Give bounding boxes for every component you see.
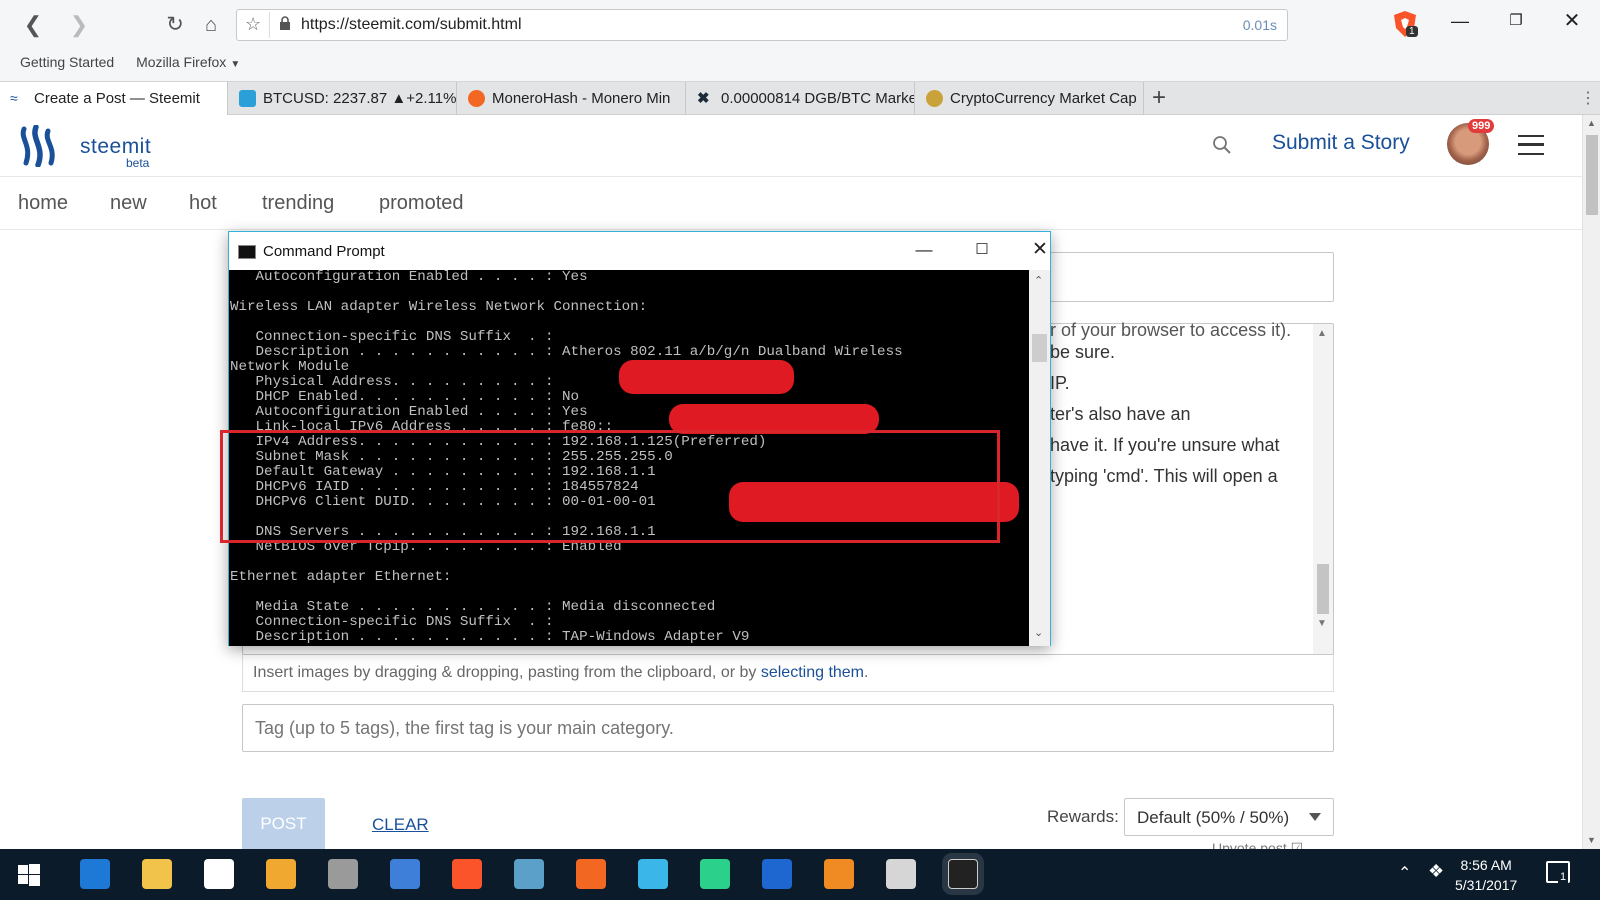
annotation-highlight-box bbox=[220, 430, 1000, 543]
redaction-mark bbox=[619, 360, 794, 394]
nav-hot[interactable]: hot bbox=[189, 192, 217, 215]
cmd-minimize-icon[interactable]: — bbox=[904, 237, 944, 263]
forward-icon[interactable]: ❯ bbox=[64, 10, 94, 40]
lock-icon bbox=[280, 16, 290, 30]
minimize-icon[interactable]: — bbox=[1440, 8, 1480, 34]
store-icon[interactable] bbox=[204, 859, 234, 889]
nav-trending[interactable]: trending bbox=[262, 192, 334, 215]
bookmark-mozilla-firefox[interactable]: Mozilla Firefox bbox=[136, 54, 226, 70]
nav-home[interactable]: home bbox=[18, 192, 68, 215]
xcel-icon[interactable] bbox=[638, 859, 668, 889]
steemit-header: steemit beta Submit a Story 999 bbox=[0, 115, 1582, 177]
beta-label: beta bbox=[126, 156, 150, 170]
steemit-favicon-icon: ≈ bbox=[10, 90, 18, 106]
chevron-down-icon: ▼ bbox=[230, 59, 241, 70]
page-scrollbar[interactable]: ▲ ▼ bbox=[1582, 115, 1600, 849]
rewards-label: Rewards: bbox=[1047, 807, 1119, 826]
cmd-scrollbar[interactable]: ⌃ ⌄ bbox=[1029, 270, 1050, 646]
action-center-icon[interactable]: 1 bbox=[1546, 861, 1570, 883]
bookmark-getting-started[interactable]: Getting Started bbox=[20, 54, 114, 70]
cmd-icon[interactable] bbox=[948, 859, 978, 889]
post-body-text: r of your browser to access it). be sure… bbox=[1050, 320, 1292, 486]
cmd-scroll-down-icon[interactable]: ⌄ bbox=[1034, 626, 1043, 639]
editor-scroll-thumb[interactable] bbox=[1317, 564, 1329, 614]
nav-promoted[interactable]: promoted bbox=[379, 192, 464, 215]
url-text: https://steemit.com/submit.html bbox=[301, 16, 522, 33]
edge-icon[interactable] bbox=[80, 859, 110, 889]
tab-strip: ≈ Create a Post — Steemit BTCUSD: 2237.8… bbox=[0, 82, 1600, 116]
bookmarks-bar: Getting Started Mozilla Firefox ▼ bbox=[20, 54, 258, 70]
load-time: 0.01s bbox=[1242, 17, 1277, 33]
post-button[interactable]: POST bbox=[242, 798, 325, 850]
page-scroll-down-icon[interactable]: ▼ bbox=[1587, 835, 1596, 845]
nav-new[interactable]: new bbox=[110, 192, 147, 215]
monero-favicon-icon bbox=[468, 90, 485, 107]
restore-icon[interactable]: ❐ bbox=[1496, 8, 1536, 34]
cmd-close-icon[interactable]: ✕ bbox=[1020, 237, 1060, 263]
cmd-title: Command Prompt bbox=[263, 243, 385, 260]
close-icon[interactable]: ✕ bbox=[1552, 8, 1592, 34]
wifi-icon[interactable]: ❖ bbox=[1428, 861, 1444, 882]
select-images-link[interactable]: selecting them bbox=[761, 664, 864, 681]
category-nav: home new hot trending promoted bbox=[0, 178, 1582, 230]
tab-coinmarketcap[interactable]: CryptoCurrency Market Cap bbox=[916, 82, 1144, 115]
page-scroll-thumb[interactable] bbox=[1586, 135, 1598, 215]
tradingview-favicon-icon bbox=[239, 90, 256, 107]
media-player-icon[interactable] bbox=[266, 859, 296, 889]
clear-button[interactable]: CLEAR bbox=[372, 815, 429, 835]
wallet-icon[interactable] bbox=[514, 859, 544, 889]
clock[interactable]: 8:56 AM 5/31/2017 bbox=[1455, 855, 1517, 895]
hamburger-menu-icon[interactable] bbox=[1518, 135, 1544, 155]
brave-badge: 1 bbox=[1406, 26, 1418, 37]
browser-toolbar: ❮ ❯ ↻ ⌂ ☆ https://steemit.com/submit.htm… bbox=[0, 0, 1600, 82]
sia-icon[interactable] bbox=[700, 859, 730, 889]
reload-icon[interactable]: ↻ bbox=[160, 10, 190, 40]
submit-story-link[interactable]: Submit a Story bbox=[1272, 131, 1410, 155]
paint-icon[interactable] bbox=[886, 859, 916, 889]
java-icon[interactable] bbox=[328, 859, 358, 889]
search-icon[interactable] bbox=[1212, 135, 1232, 155]
app-icon[interactable] bbox=[390, 859, 420, 889]
home-icon[interactable]: ⌂ bbox=[196, 10, 226, 40]
scroll-down-icon[interactable]: ▼ bbox=[1317, 618, 1327, 629]
tags-input[interactable] bbox=[242, 704, 1334, 752]
rewards-select[interactable]: Default (50% / 50%) bbox=[1124, 798, 1334, 836]
coin-favicon-icon bbox=[926, 90, 943, 107]
notification-badge: 999 bbox=[1468, 119, 1495, 133]
bookmark-star-icon[interactable]: ☆ bbox=[245, 14, 261, 35]
editor-scrollbar[interactable]: ▲ ▼ bbox=[1313, 324, 1333, 654]
image-upload-hint: Insert images by dragging & dropping, pa… bbox=[242, 654, 1334, 692]
cmd-window-icon bbox=[238, 245, 256, 259]
tab-btcusd[interactable]: BTCUSD: 2237.87 ▲+2.11% bbox=[229, 82, 457, 115]
back-icon[interactable]: ❮ bbox=[18, 10, 48, 40]
windows-start-icon[interactable] bbox=[18, 864, 40, 886]
tab-monerohash[interactable]: MoneroHash - Monero Min bbox=[458, 82, 686, 115]
scroll-up-icon[interactable]: ▲ bbox=[1317, 328, 1327, 339]
chevron-down-icon bbox=[1309, 813, 1321, 821]
new-tab-icon[interactable]: + bbox=[1152, 84, 1166, 112]
brave-shield-icon[interactable]: 1 bbox=[1392, 10, 1418, 38]
page-scroll-up-icon[interactable]: ▲ bbox=[1587, 118, 1596, 128]
file-explorer-icon[interactable] bbox=[142, 859, 172, 889]
exchange-favicon-icon: ✖ bbox=[697, 90, 710, 107]
chevron-up-icon[interactable]: ⌃ bbox=[1398, 863, 1411, 883]
cmd-scroll-thumb[interactable] bbox=[1032, 334, 1047, 362]
cmd-maximize-icon[interactable]: ☐ bbox=[962, 237, 1002, 263]
cmd-scroll-up-icon[interactable]: ⌃ bbox=[1034, 274, 1043, 287]
jaxx-icon[interactable] bbox=[824, 859, 854, 889]
address-bar[interactable]: ☆ https://steemit.com/submit.html 0.01s bbox=[236, 9, 1288, 41]
tab-menu-icon[interactable]: ⋮ bbox=[1580, 88, 1596, 108]
taskbar: ⌃ ❖ 8:56 AM 5/31/2017 1 bbox=[0, 849, 1600, 900]
steemit-logo-icon[interactable] bbox=[18, 125, 62, 167]
brave-icon[interactable] bbox=[452, 859, 482, 889]
tab-dgb-btc[interactable]: ✖ 0.00000814 DGB/BTC Marke bbox=[687, 82, 915, 115]
monero-icon[interactable] bbox=[576, 859, 606, 889]
tab-create-post[interactable]: ≈ Create a Post — Steemit bbox=[0, 82, 228, 116]
bittrex-icon[interactable] bbox=[762, 859, 792, 889]
